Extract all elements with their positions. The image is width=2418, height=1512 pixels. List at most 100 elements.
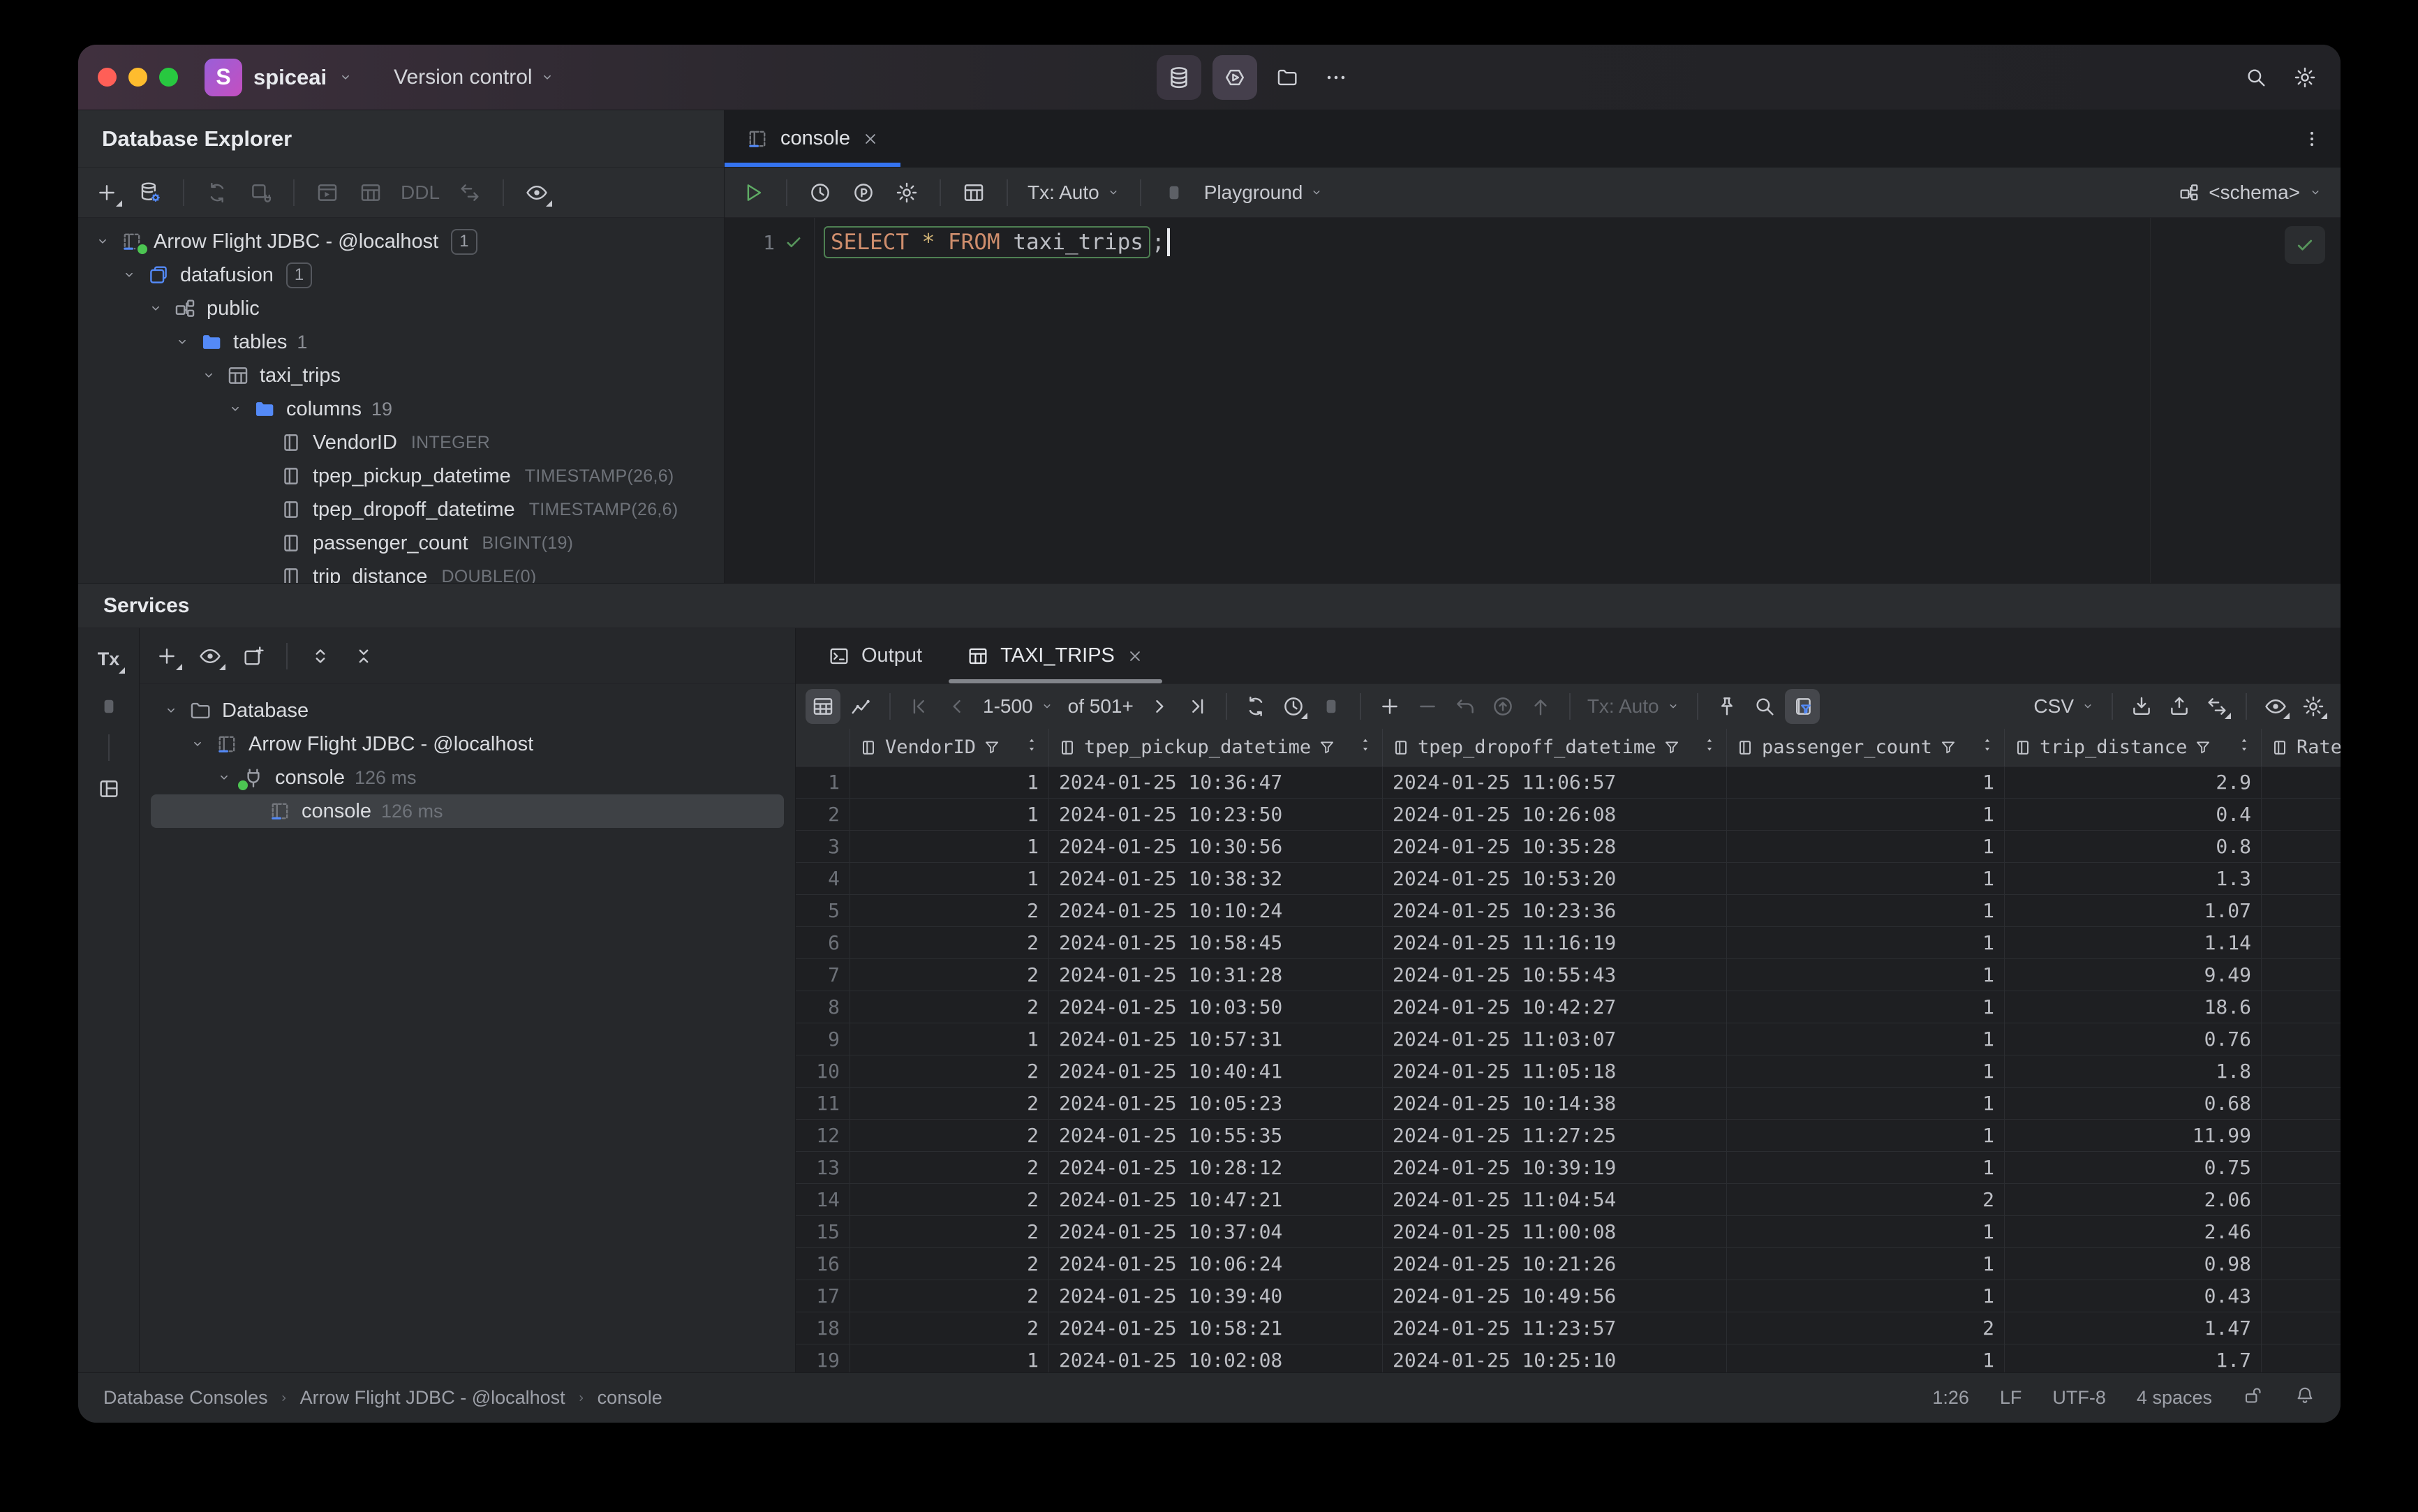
- sort-control[interactable]: [1701, 736, 1718, 758]
- cell[interactable]: 2024-01-25 10:58:45: [1049, 927, 1383, 958]
- cell[interactable]: 1.7: [2005, 1344, 2262, 1372]
- column-header-passenger_count[interactable]: passenger_count: [1727, 729, 2005, 766]
- row-number[interactable]: 8: [796, 991, 850, 1023]
- chevron-down-icon[interactable]: [187, 736, 208, 752]
- tab-options-button[interactable]: [2301, 128, 2322, 149]
- pin-tab-button[interactable]: [1709, 689, 1744, 724]
- next-page-button[interactable]: [1142, 689, 1177, 724]
- tab-output[interactable]: Output: [806, 628, 944, 683]
- column-header-tpep_pickup_datetime[interactable]: tpep_pickup_datetime: [1049, 729, 1383, 766]
- cell[interactable]: [2262, 863, 2341, 894]
- cell[interactable]: 1: [850, 831, 1049, 862]
- cell[interactable]: 2024-01-25 10:37:04: [1049, 1216, 1383, 1247]
- export-format-select[interactable]: CSV: [2028, 689, 2100, 724]
- row-number[interactable]: 7: [796, 959, 850, 991]
- page-range-select[interactable]: 1-500: [977, 689, 1060, 724]
- sort-control[interactable]: [2236, 736, 2253, 758]
- cell[interactable]: 1: [850, 766, 1049, 798]
- cell[interactable]: [2262, 1120, 2341, 1151]
- cell[interactable]: 18.6: [2005, 991, 2262, 1023]
- caret-position[interactable]: 1:26: [1932, 1387, 1969, 1409]
- cell[interactable]: 9.49: [2005, 959, 2262, 991]
- row-number[interactable]: 13: [796, 1152, 850, 1183]
- cell[interactable]: 2024-01-25 10:30:56: [1049, 831, 1383, 862]
- cell[interactable]: [2262, 1184, 2341, 1215]
- cell[interactable]: 1.8: [2005, 1055, 2262, 1087]
- chevron-down-icon[interactable]: [92, 234, 113, 249]
- cell[interactable]: 2024-01-25 10:38:32: [1049, 863, 1383, 894]
- collapse-all-button[interactable]: [345, 637, 383, 675]
- view-options-button[interactable]: [518, 174, 556, 212]
- cell[interactable]: [2262, 927, 2341, 958]
- import-data-button[interactable]: [2124, 689, 2159, 724]
- cell[interactable]: 1.14: [2005, 927, 2262, 958]
- tree-item-console[interactable]: console 126 ms: [151, 794, 784, 828]
- breadcrumb-item[interactable]: Database Consoles: [103, 1387, 268, 1409]
- cell[interactable]: 1: [1727, 1088, 2005, 1119]
- previous-page-button[interactable]: [940, 689, 974, 724]
- tree-item-database[interactable]: Database: [151, 694, 784, 727]
- cell[interactable]: 0.4: [2005, 799, 2262, 830]
- commit-button[interactable]: [1523, 689, 1558, 724]
- cell[interactable]: 1: [1727, 1248, 2005, 1280]
- cell[interactable]: 2: [850, 1280, 1049, 1312]
- expand-all-button[interactable]: [302, 637, 339, 675]
- playground-select[interactable]: Playground: [1199, 174, 1330, 212]
- cell[interactable]: 2024-01-25 11:03:07: [1383, 1023, 1727, 1055]
- cell[interactable]: 1: [1727, 863, 2005, 894]
- cell[interactable]: 1: [1727, 959, 2005, 991]
- indent-style[interactable]: 4 spaces: [2137, 1387, 2212, 1409]
- filter-panel-button[interactable]: [1784, 689, 1820, 724]
- row-number[interactable]: 16: [796, 1248, 850, 1280]
- cell[interactable]: 2: [850, 991, 1049, 1023]
- cell[interactable]: 2024-01-25 10:23:36: [1383, 895, 1727, 926]
- inspections-ok-widget[interactable]: [2285, 226, 2325, 264]
- cell[interactable]: 11.99: [2005, 1120, 2262, 1151]
- stop-query-button[interactable]: [1314, 689, 1349, 724]
- cell[interactable]: 2024-01-25 10:21:26: [1383, 1248, 1727, 1280]
- cell[interactable]: 1: [850, 799, 1049, 830]
- row-number[interactable]: 18: [796, 1312, 850, 1344]
- cell[interactable]: [2262, 1023, 2341, 1055]
- services-tool-button[interactable]: [1212, 54, 1257, 100]
- cell[interactable]: 2024-01-25 10:26:08: [1383, 799, 1727, 830]
- auto-refresh-button[interactable]: [1276, 689, 1311, 724]
- tree-item-datafusion[interactable]: datafusion 1: [78, 258, 724, 292]
- close-tab-icon[interactable]: [1126, 647, 1144, 665]
- cell[interactable]: 2: [1727, 1184, 2005, 1215]
- column-header-trip_distance[interactable]: trip_distance: [2005, 729, 2262, 766]
- cell[interactable]: 0.76: [2005, 1023, 2262, 1055]
- row-number[interactable]: 11: [796, 1088, 850, 1119]
- cell[interactable]: 2024-01-25 11:27:25: [1383, 1120, 1727, 1151]
- cell[interactable]: [2262, 1216, 2341, 1247]
- cell[interactable]: 2024-01-25 10:55:35: [1049, 1120, 1383, 1151]
- cell[interactable]: [2262, 799, 2341, 830]
- cell[interactable]: 0.8: [2005, 831, 2262, 862]
- cell[interactable]: 2024-01-25 10:49:56: [1383, 1280, 1727, 1312]
- chevron-down-icon[interactable]: [198, 368, 219, 383]
- cell[interactable]: [2262, 766, 2341, 798]
- refresh-button[interactable]: [198, 174, 236, 212]
- breadcrumb-item[interactable]: console: [598, 1387, 662, 1409]
- cell[interactable]: 1: [1727, 831, 2005, 862]
- data-source-properties-button[interactable]: [131, 174, 169, 212]
- close-window-button[interactable]: [98, 68, 117, 87]
- cell[interactable]: [2262, 1280, 2341, 1312]
- schema-select[interactable]: <schema>: [2178, 181, 2331, 204]
- cell[interactable]: 1: [1727, 1216, 2005, 1247]
- cell[interactable]: 2: [850, 1088, 1049, 1119]
- tab-console[interactable]: console: [725, 110, 900, 167]
- cell[interactable]: 2024-01-25 10:10:24: [1049, 895, 1383, 926]
- row-number[interactable]: 5: [796, 895, 850, 926]
- split-layout-button[interactable]: [89, 769, 128, 808]
- cell[interactable]: 2: [850, 959, 1049, 991]
- cell[interactable]: 1: [1727, 1055, 2005, 1087]
- cell[interactable]: 2024-01-25 11:23:57: [1383, 1312, 1727, 1344]
- cell[interactable]: 1: [850, 1344, 1049, 1372]
- add-data-source-button[interactable]: [88, 174, 126, 212]
- grid-settings-button[interactable]: [2296, 689, 2331, 724]
- browse-data-button[interactable]: [955, 174, 993, 212]
- file-encoding[interactable]: UTF-8: [2052, 1387, 2106, 1409]
- cell[interactable]: 2024-01-25 10:02:08: [1049, 1344, 1383, 1372]
- tx-strip-button[interactable]: Tx: [89, 639, 128, 679]
